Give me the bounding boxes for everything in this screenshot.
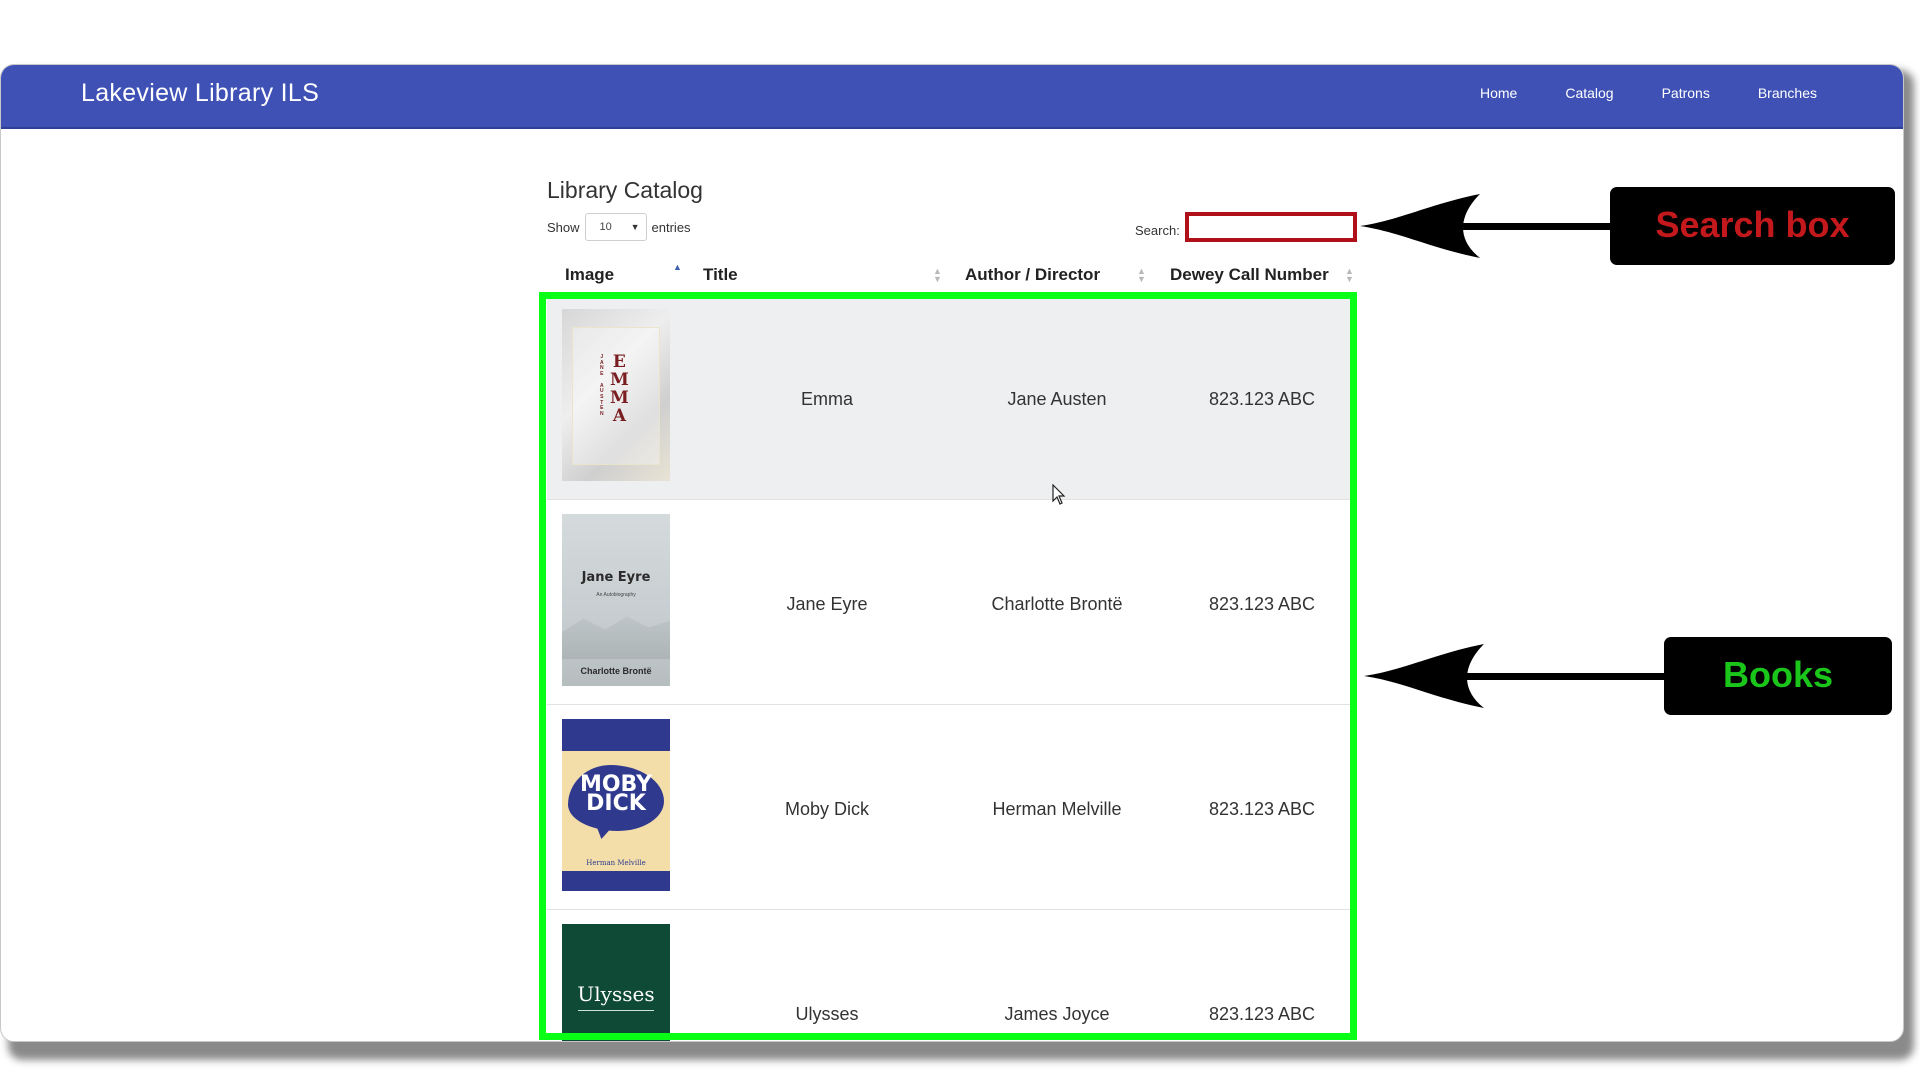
entries-select[interactable]: 10 ▼: [584, 213, 647, 241]
column-header-dewey[interactable]: Dewey Call Number: [1170, 265, 1329, 285]
column-header-title[interactable]: Title: [703, 265, 738, 285]
sort-icon[interactable]: ▲ ▼: [1137, 267, 1146, 284]
sort-icon[interactable]: ▲ ▼: [1345, 267, 1354, 284]
entries-value: 10: [599, 221, 612, 233]
top-navbar: Lakeview Library ILS Home Catalog Patron…: [1, 65, 1903, 129]
nav-branches-link[interactable]: Branches: [1734, 85, 1841, 101]
table-header: Image ▲ Title ▲ ▼ Author / Director ▲ ▼ De…: [547, 257, 1357, 295]
mouse-cursor-icon: [1052, 484, 1066, 505]
books-highlight-box: [539, 292, 1357, 1040]
nav-patrons-link[interactable]: Patrons: [1638, 85, 1734, 101]
brand-title[interactable]: Lakeview Library ILS: [81, 79, 319, 108]
entries-label: entries: [651, 219, 691, 235]
screenshot-stage: Lakeview Library ILS Home Catalog Patron…: [0, 0, 1920, 1080]
sort-icon[interactable]: ▲ ▼: [933, 267, 942, 284]
search-arrow-icon: [1360, 194, 1620, 258]
column-header-image[interactable]: Image: [565, 265, 614, 285]
books-callout: Books: [1664, 637, 1892, 715]
show-label: Show: [547, 219, 580, 235]
books-arrow-icon: [1364, 644, 1674, 708]
nav-catalog-link[interactable]: Catalog: [1541, 85, 1637, 101]
nav-links: Home Catalog Patrons Branches: [1456, 85, 1841, 101]
sort-ascending-icon[interactable]: ▲: [673, 263, 682, 272]
page-title: Library Catalog: [547, 177, 703, 203]
column-header-author[interactable]: Author / Director: [965, 265, 1100, 285]
nav-home-link[interactable]: Home: [1456, 85, 1541, 101]
entries-length-control: Show 10 ▼ entries: [547, 213, 691, 241]
search-input[interactable]: [1185, 212, 1357, 242]
search-box-callout: Search box: [1610, 187, 1895, 265]
search-label: Search:: [1135, 223, 1180, 238]
select-caret-icon: ▼: [630, 222, 640, 232]
